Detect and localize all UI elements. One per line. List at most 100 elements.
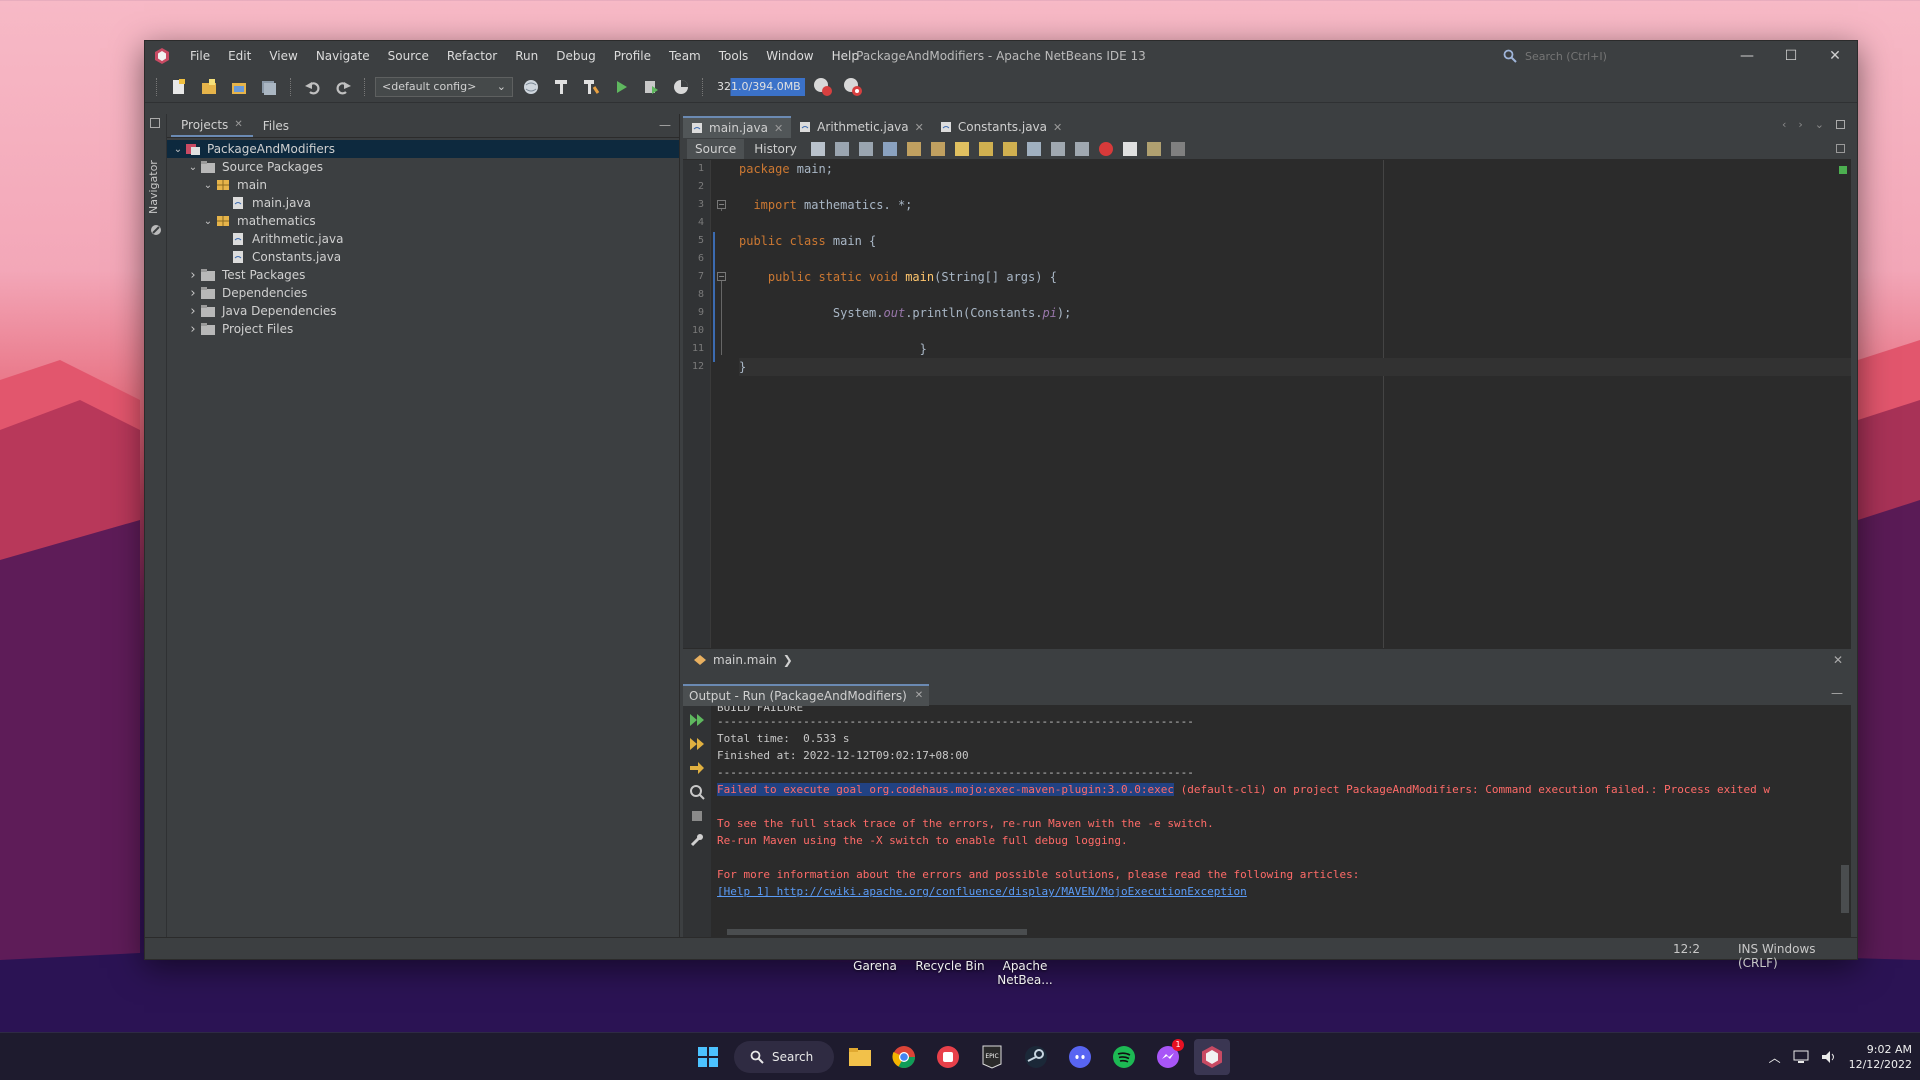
- toggle-bookmark-icon[interactable]: [1026, 141, 1041, 156]
- chevron-down-icon[interactable]: ⌄: [1815, 118, 1824, 131]
- editor-tab-arithmetic-java[interactable]: Arithmetic.java ✕: [791, 116, 932, 138]
- spotify-button[interactable]: [1106, 1039, 1142, 1075]
- scroll-thumb[interactable]: [727, 929, 1027, 935]
- chevron-right-icon[interactable]: ›: [186, 268, 200, 283]
- gc-button[interactable]: [811, 75, 835, 99]
- navigator-tab[interactable]: Navigator: [147, 160, 160, 214]
- expand-toolbar-icon[interactable]: [1836, 144, 1845, 153]
- shift-right-icon[interactable]: [1074, 141, 1089, 156]
- undo-button[interactable]: [301, 75, 325, 99]
- menu-file[interactable]: File: [181, 41, 219, 71]
- menu-window[interactable]: Window: [757, 41, 822, 71]
- code-editor[interactable]: 1 2 3 4 5 6 7 8 9 10 11 12 − − package main; import…: [683, 160, 1851, 648]
- redo-button[interactable]: [331, 75, 355, 99]
- rerun-goals-button[interactable]: [687, 734, 707, 754]
- minimize-panel-icon[interactable]: —: [659, 118, 671, 132]
- chevron-right-icon[interactable]: ›: [186, 304, 200, 319]
- back-icon[interactable]: [834, 141, 849, 156]
- history-tab[interactable]: History: [746, 139, 805, 159]
- tree-item[interactable]: main.java: [167, 194, 679, 212]
- netbeans-taskbar-button[interactable]: [1194, 1039, 1230, 1075]
- shift-left-icon[interactable]: [1050, 141, 1065, 156]
- menu-profile[interactable]: Profile: [605, 41, 660, 71]
- tree-item[interactable]: ⌄ PackageAndModifiers: [167, 140, 679, 158]
- find-next-icon[interactable]: [930, 141, 945, 156]
- steam-button[interactable]: [1018, 1039, 1054, 1075]
- editor-tab-constants-java[interactable]: Constants.java ✕: [932, 116, 1070, 138]
- output-console[interactable]: BUILD FAILURE --------------------------…: [717, 706, 1837, 925]
- clock[interactable]: 9:02 AM 12/12/2022: [1849, 1042, 1912, 1072]
- memory-meter[interactable]: 321.0/394.0MB: [713, 77, 805, 96]
- tree-item[interactable]: › Test Packages: [167, 266, 679, 284]
- app-button-red[interactable]: [930, 1039, 966, 1075]
- open-project-button[interactable]: [227, 75, 251, 99]
- messenger-button[interactable]: 1: [1150, 1039, 1186, 1075]
- minimize-button[interactable]: —: [1725, 41, 1769, 71]
- tree-item[interactable]: › Dependencies: [167, 284, 679, 302]
- browser-button[interactable]: [519, 75, 543, 99]
- quick-search[interactable]: [1503, 47, 1733, 65]
- file-explorer-button[interactable]: [842, 1039, 878, 1075]
- tab-projects[interactable]: Projects ✕: [171, 115, 253, 137]
- forward-icon[interactable]: [858, 141, 873, 156]
- close-icon[interactable]: ✕: [774, 122, 783, 135]
- tree-item[interactable]: ⌄ Source Packages: [167, 158, 679, 176]
- network-icon[interactable]: [1793, 1050, 1809, 1064]
- discord-button[interactable]: [1062, 1039, 1098, 1075]
- breadcrumb[interactable]: main.main: [713, 653, 777, 667]
- search-input[interactable]: [1525, 49, 1715, 63]
- profile-button[interactable]: [669, 75, 693, 99]
- new-project-button[interactable]: [197, 75, 221, 99]
- maximize-button[interactable]: ☐: [1769, 41, 1813, 71]
- scroll-thumb[interactable]: [1841, 865, 1849, 913]
- find-previous-icon[interactable]: [906, 141, 921, 156]
- stop-button[interactable]: [687, 806, 707, 826]
- last-edit-icon[interactable]: [810, 141, 825, 156]
- chevron-right-icon[interactable]: ›: [186, 322, 200, 337]
- find-selection-icon[interactable]: [882, 141, 897, 156]
- menu-help[interactable]: Help: [823, 41, 868, 71]
- menu-source[interactable]: Source: [379, 41, 438, 71]
- source-tab[interactable]: Source: [687, 138, 745, 159]
- maximize-editor-icon[interactable]: [1836, 120, 1845, 129]
- desktop-icon-netbeans[interactable]: Apache NetBea...: [995, 959, 1055, 987]
- epic-games-button[interactable]: EPIC: [974, 1039, 1010, 1075]
- desktop-icon-garena[interactable]: Garena: [845, 959, 905, 973]
- close-icon[interactable]: ✕: [1833, 653, 1843, 667]
- menu-edit[interactable]: Edit: [219, 41, 260, 71]
- menu-view[interactable]: View: [260, 41, 306, 71]
- close-icon[interactable]: ✕: [1053, 121, 1062, 134]
- uncomment-icon[interactable]: [1170, 141, 1185, 156]
- output-vertical-scrollbar[interactable]: [1839, 706, 1849, 925]
- output-horizontal-scrollbar[interactable]: [717, 927, 1837, 937]
- save-all-button[interactable]: [257, 75, 281, 99]
- menu-navigate[interactable]: Navigate: [307, 41, 379, 71]
- start-button[interactable]: [690, 1039, 726, 1075]
- chevron-up-icon[interactable]: ︿: [1769, 1049, 1781, 1066]
- build-button[interactable]: [549, 75, 573, 99]
- close-icon[interactable]: ✕: [234, 114, 242, 136]
- desktop-icon-recycle-bin[interactable]: Recycle Bin: [910, 959, 990, 973]
- profile-snapshot-button[interactable]: [841, 75, 865, 99]
- output-tab-run[interactable]: Output - Run (PackageAndModifiers) ✕: [683, 683, 930, 707]
- volume-icon[interactable]: [1821, 1050, 1837, 1064]
- fold-toggle-icon[interactable]: −: [717, 272, 726, 281]
- comment-icon[interactable]: [1146, 141, 1161, 156]
- chevron-down-icon[interactable]: ⌄: [186, 162, 200, 173]
- close-icon[interactable]: ✕: [915, 685, 923, 707]
- editor-tab-main-java[interactable]: main.java ✕: [683, 116, 792, 138]
- settings-button[interactable]: [687, 830, 707, 850]
- previous-bookmark-icon[interactable]: [978, 141, 993, 156]
- chevron-right-icon[interactable]: ›: [186, 286, 200, 301]
- tree-item[interactable]: Arithmetic.java: [167, 230, 679, 248]
- chevron-right-icon[interactable]: ›: [1798, 118, 1802, 131]
- close-icon[interactable]: ✕: [915, 121, 924, 134]
- tree-item[interactable]: ⌄ mathematics: [167, 212, 679, 230]
- menu-team[interactable]: Team: [660, 41, 710, 71]
- help-link[interactable]: [Help 1] http://cwiki.apache.org/conflue…: [717, 885, 1247, 898]
- show-output-button[interactable]: [687, 782, 707, 802]
- menu-run[interactable]: Run: [506, 41, 547, 71]
- tree-item[interactable]: › Java Dependencies: [167, 302, 679, 320]
- start-macro-icon[interactable]: [1098, 141, 1113, 156]
- chevron-down-icon[interactable]: ⌄: [201, 216, 215, 227]
